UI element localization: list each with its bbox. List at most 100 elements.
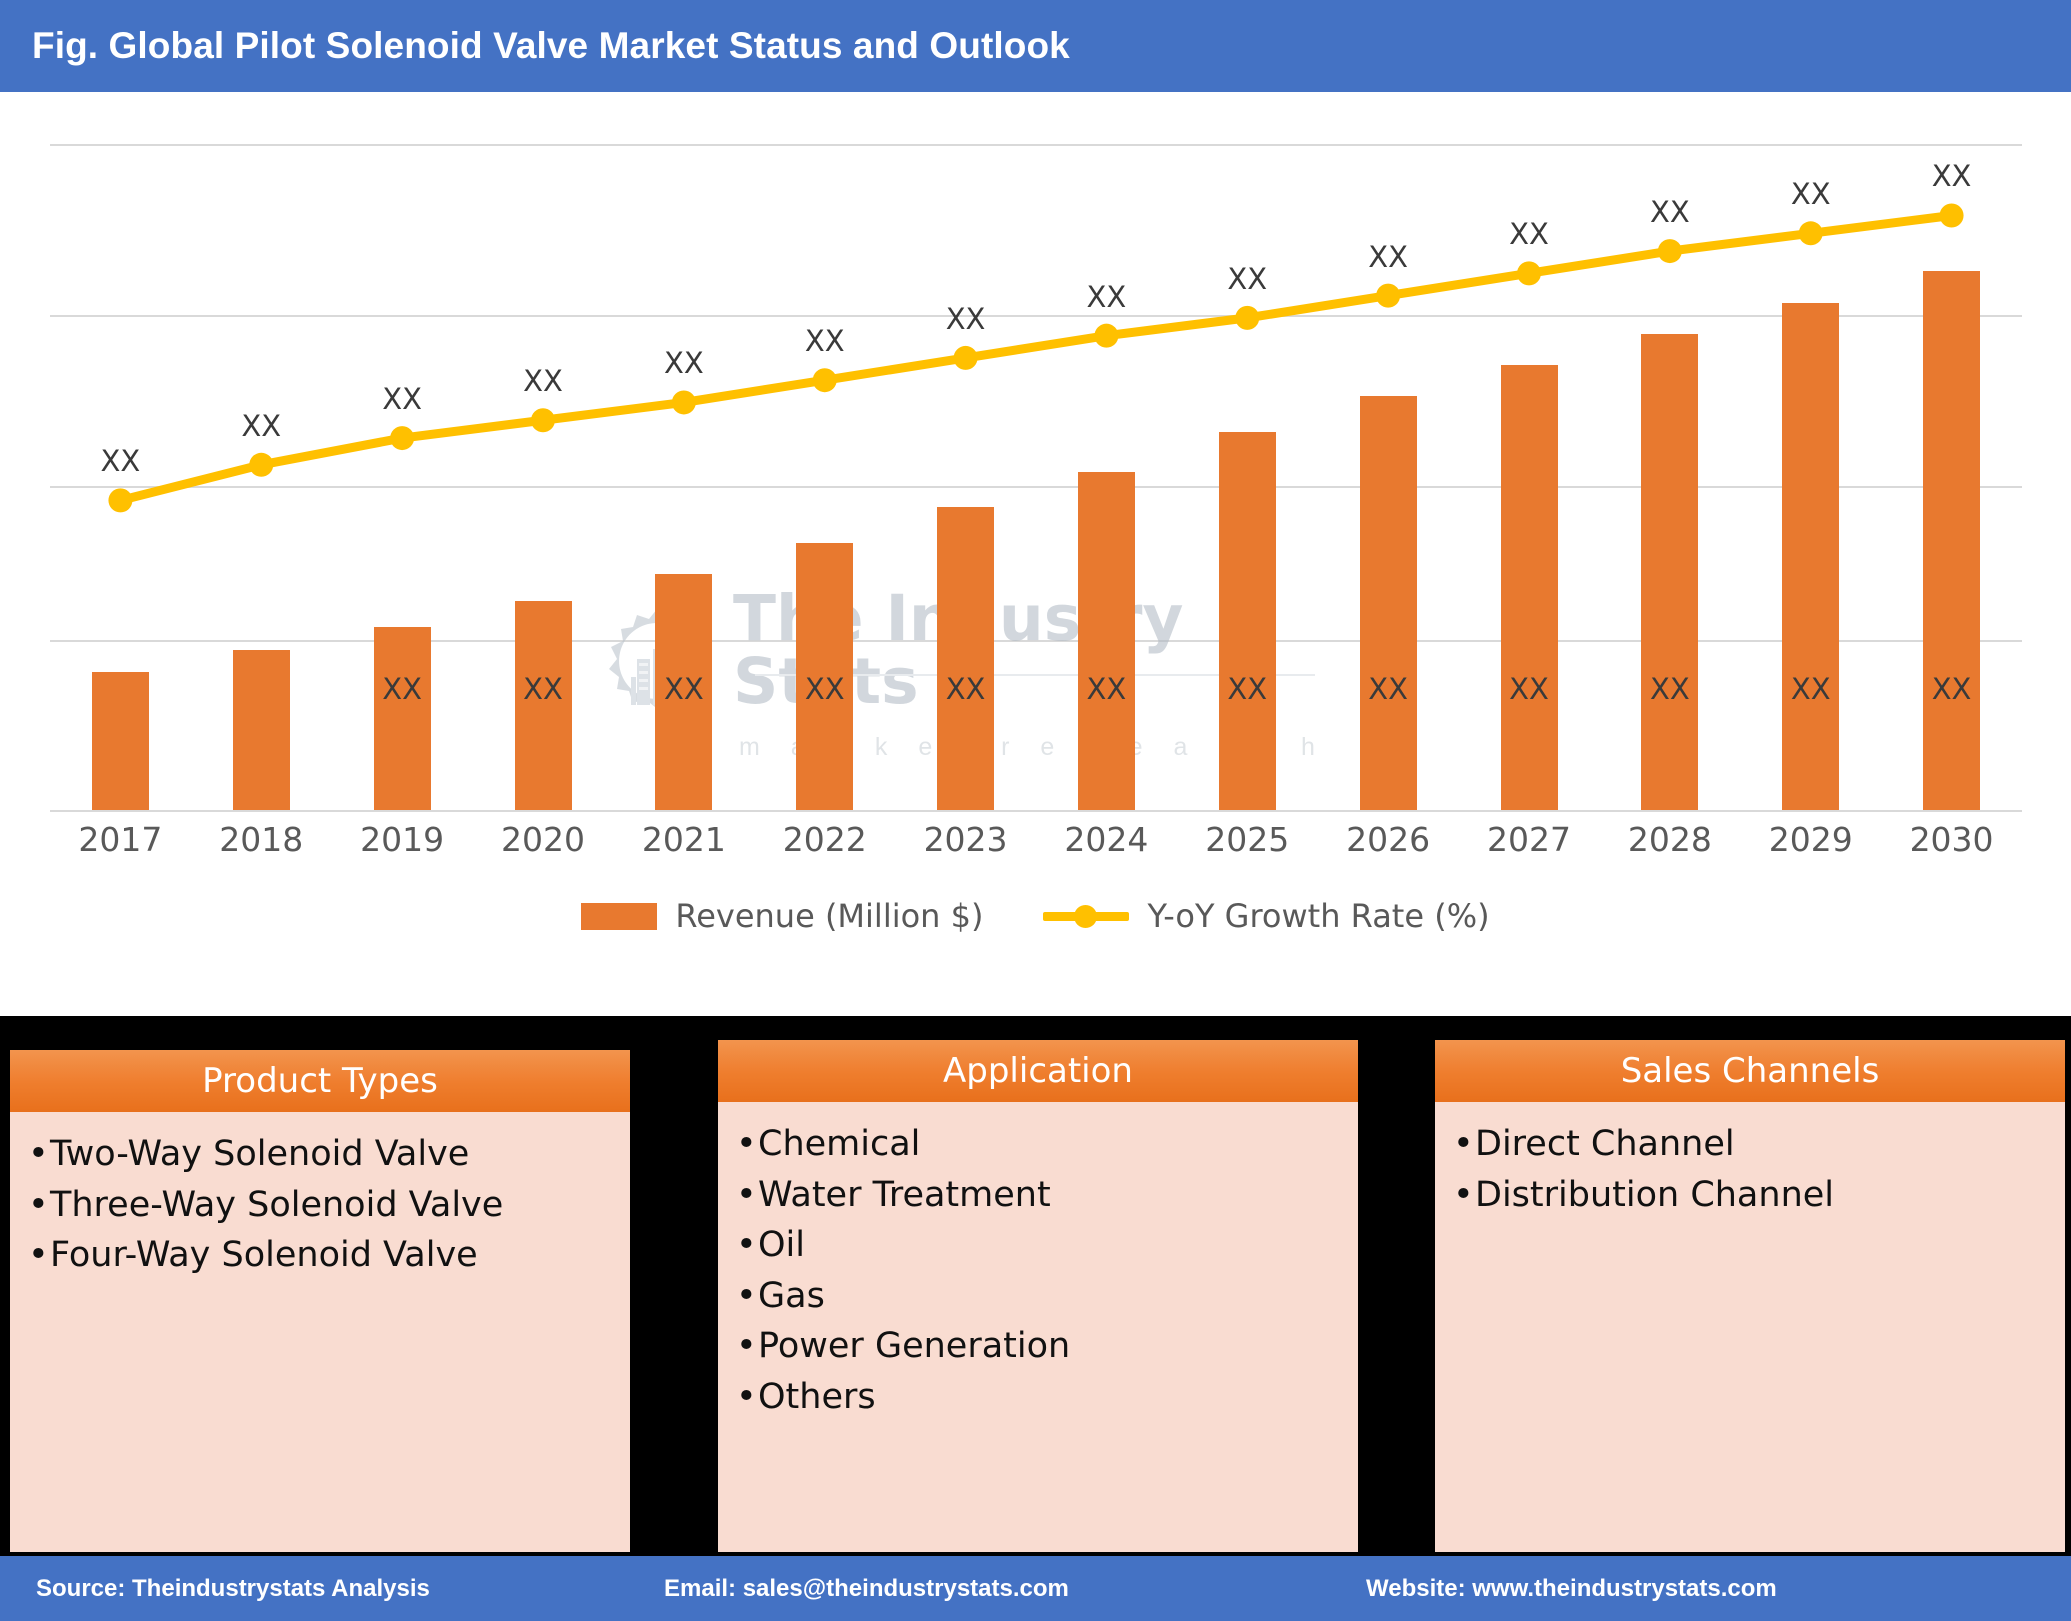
figure-header: Fig. Global Pilot Solenoid Valve Market … bbox=[0, 0, 2071, 92]
x-tick-2027: 2027 bbox=[1487, 820, 1571, 859]
line-value-label-2025: XX bbox=[1227, 261, 1268, 296]
footer-source: Source: Theindustrystats Analysis bbox=[36, 1574, 430, 1602]
card-application-title: Application bbox=[943, 1051, 1133, 1091]
x-tick-2017: 2017 bbox=[78, 820, 163, 859]
bar-value-label-2022: XX bbox=[804, 672, 845, 706]
line-value-label-2020: XX bbox=[523, 364, 563, 399]
line-value-label-2017: XX bbox=[100, 444, 141, 479]
bar-value-label-2019: XX bbox=[382, 672, 422, 706]
bullet-icon: • bbox=[28, 1235, 49, 1276]
card-application-body: • Chemical • Water Treatment • Oil • Gas • Power … bbox=[718, 1102, 1358, 1552]
x-tick-2028: 2028 bbox=[1627, 820, 1712, 859]
x-axis-labels: 2017 2018 2019 2020 2021 2022 2023 2024 2025 2026… bbox=[50, 820, 2022, 878]
list-item-label: Three-Way Solenoid Valve bbox=[50, 1184, 504, 1225]
x-tick-2018: 2018 bbox=[219, 820, 304, 859]
bar-value-label-2021: XX bbox=[663, 672, 704, 706]
list-item: • Direct Channel bbox=[1453, 1124, 2065, 1165]
legend-label-revenue: Revenue (Million $) bbox=[675, 897, 984, 935]
bullet-icon: • bbox=[736, 1326, 757, 1367]
chart-panel: The Industry Stats m a r k e t r e s e a… bbox=[0, 92, 2071, 1016]
bar-value-label-2027: XX bbox=[1509, 672, 1549, 706]
bar-value-label-2028: XX bbox=[1649, 672, 1690, 706]
bullet-icon: • bbox=[736, 1174, 757, 1215]
bar-2026[interactable]: XX bbox=[1359, 396, 1417, 810]
list-item-label: Water Treatment bbox=[758, 1174, 1051, 1215]
line-value-label-2022: XX bbox=[804, 324, 845, 359]
card-sales-channels-title: Sales Channels bbox=[1620, 1051, 1880, 1091]
card-sales-channels: Sales Channels • Direct Channel • Distribut… bbox=[1435, 1040, 2065, 1552]
bar-value-label-2024: XX bbox=[1086, 672, 1127, 706]
list-item-label: Four-Way Solenoid Valve bbox=[50, 1235, 478, 1276]
card-product-types: Product Types • Two-Way Solenoid Valve • Th… bbox=[10, 1050, 630, 1552]
bar-2019[interactable]: XX bbox=[373, 627, 431, 810]
x-tick-2020: 2020 bbox=[501, 820, 585, 859]
legend-label-growth-rate: Y-oY Growth Rate (%) bbox=[1147, 897, 1490, 935]
bar-2023[interactable]: XX bbox=[937, 507, 995, 810]
card-application: Application • Chemical • Water Treatment • Oi… bbox=[718, 1040, 1358, 1552]
x-tick-2026: 2026 bbox=[1346, 820, 1431, 859]
x-tick-2030: 2030 bbox=[1909, 820, 1994, 859]
card-product-types-title: Product Types bbox=[202, 1061, 438, 1101]
bar-2029[interactable]: XX bbox=[1782, 302, 1840, 810]
figure-root: Fig. Global Pilot Solenoid Valve Market … bbox=[0, 0, 2071, 1621]
line-value-label-2018: XX bbox=[241, 408, 282, 443]
bar-2018[interactable] bbox=[232, 649, 290, 810]
bullet-icon: • bbox=[736, 1124, 757, 1164]
bar-2020[interactable]: XX bbox=[514, 600, 572, 810]
list-item: • Three-Way Solenoid Valve bbox=[28, 1185, 630, 1226]
line-value-label-2030: XX bbox=[1931, 159, 1972, 194]
list-item: • Power Generation bbox=[736, 1326, 1358, 1367]
category-cards: Product Types • Two-Way Solenoid Valve • Th… bbox=[0, 1016, 2071, 1556]
bullet-icon: • bbox=[736, 1275, 757, 1316]
bar-2024[interactable]: XX bbox=[1077, 471, 1135, 810]
line-value-label-2021: XX bbox=[663, 346, 704, 381]
bar-2021[interactable]: XX bbox=[655, 574, 713, 810]
x-tick-2029: 2029 bbox=[1768, 820, 1853, 859]
figure-footer: Source: Theindustrystats Analysis Email:… bbox=[0, 1556, 2071, 1621]
bar-2027[interactable]: XX bbox=[1500, 364, 1558, 810]
bar-2030[interactable]: XX bbox=[1923, 271, 1981, 810]
plot-area: The Industry Stats m a r k e t r e s e a… bbox=[50, 122, 2022, 812]
bullet-icon: • bbox=[1453, 1174, 1474, 1215]
bullet-icon: • bbox=[736, 1225, 757, 1266]
x-tick-2023: 2023 bbox=[923, 820, 1008, 859]
card-sales-channels-header: Sales Channels bbox=[1435, 1040, 2065, 1102]
x-tick-2019: 2019 bbox=[360, 820, 445, 859]
x-tick-2024: 2024 bbox=[1064, 820, 1149, 859]
bullet-icon: • bbox=[28, 1184, 49, 1225]
bar-2022[interactable]: XX bbox=[796, 542, 854, 810]
x-tick-2025: 2025 bbox=[1205, 820, 1290, 859]
bar-2025[interactable]: XX bbox=[1218, 431, 1276, 810]
bar-value-label-2023: XX bbox=[945, 672, 986, 706]
bullet-icon: • bbox=[28, 1134, 49, 1174]
page-title: Fig. Global Pilot Solenoid Valve Market … bbox=[32, 25, 1070, 66]
card-product-types-body: • Two-Way Solenoid Valve • Three-Way Soleno… bbox=[10, 1112, 630, 1552]
bar-value-label-2020: XX bbox=[523, 672, 563, 706]
bar-value-label-2026: XX bbox=[1368, 672, 1408, 706]
list-item-label: Power Generation bbox=[758, 1326, 1071, 1367]
card-product-types-header: Product Types bbox=[10, 1050, 630, 1112]
legend-bar-swatch-icon bbox=[581, 902, 658, 930]
list-item-label: Direct Channel bbox=[1475, 1124, 1735, 1164]
footer-email: Email: sales@theindustrystats.com bbox=[664, 1574, 1069, 1602]
list-item: • Four-Way Solenoid Valve bbox=[28, 1235, 630, 1276]
list-item-label: Two-Way Solenoid Valve bbox=[50, 1134, 470, 1174]
bar-value-label-2029: XX bbox=[1790, 672, 1831, 706]
list-item-label: Distribution Channel bbox=[1475, 1174, 1835, 1215]
bar-value-label-2025: XX bbox=[1227, 672, 1268, 706]
legend-item-growth-rate[interactable]: Y-oY Growth Rate (%) bbox=[1043, 897, 1490, 935]
bar-2017[interactable] bbox=[91, 672, 149, 810]
line-value-label-2019: XX bbox=[382, 382, 422, 417]
bar-2028[interactable]: XX bbox=[1641, 333, 1699, 810]
legend-line-swatch-icon bbox=[1043, 903, 1130, 929]
bullet-icon: • bbox=[736, 1376, 757, 1417]
list-item-label: Gas bbox=[758, 1275, 825, 1316]
list-item-label: Others bbox=[758, 1376, 876, 1417]
x-tick-2021: 2021 bbox=[641, 820, 726, 859]
list-item: • Two-Way Solenoid Valve bbox=[28, 1134, 630, 1175]
bar-value-label-2030: XX bbox=[1931, 672, 1972, 706]
chart-legend: Revenue (Million $) Y-oY Growth Rate (%) bbox=[0, 897, 2071, 935]
legend-item-revenue[interactable]: Revenue (Million $) bbox=[581, 897, 983, 935]
list-item: • Chemical bbox=[736, 1124, 1358, 1165]
list-item: • Water Treatment bbox=[736, 1175, 1358, 1216]
